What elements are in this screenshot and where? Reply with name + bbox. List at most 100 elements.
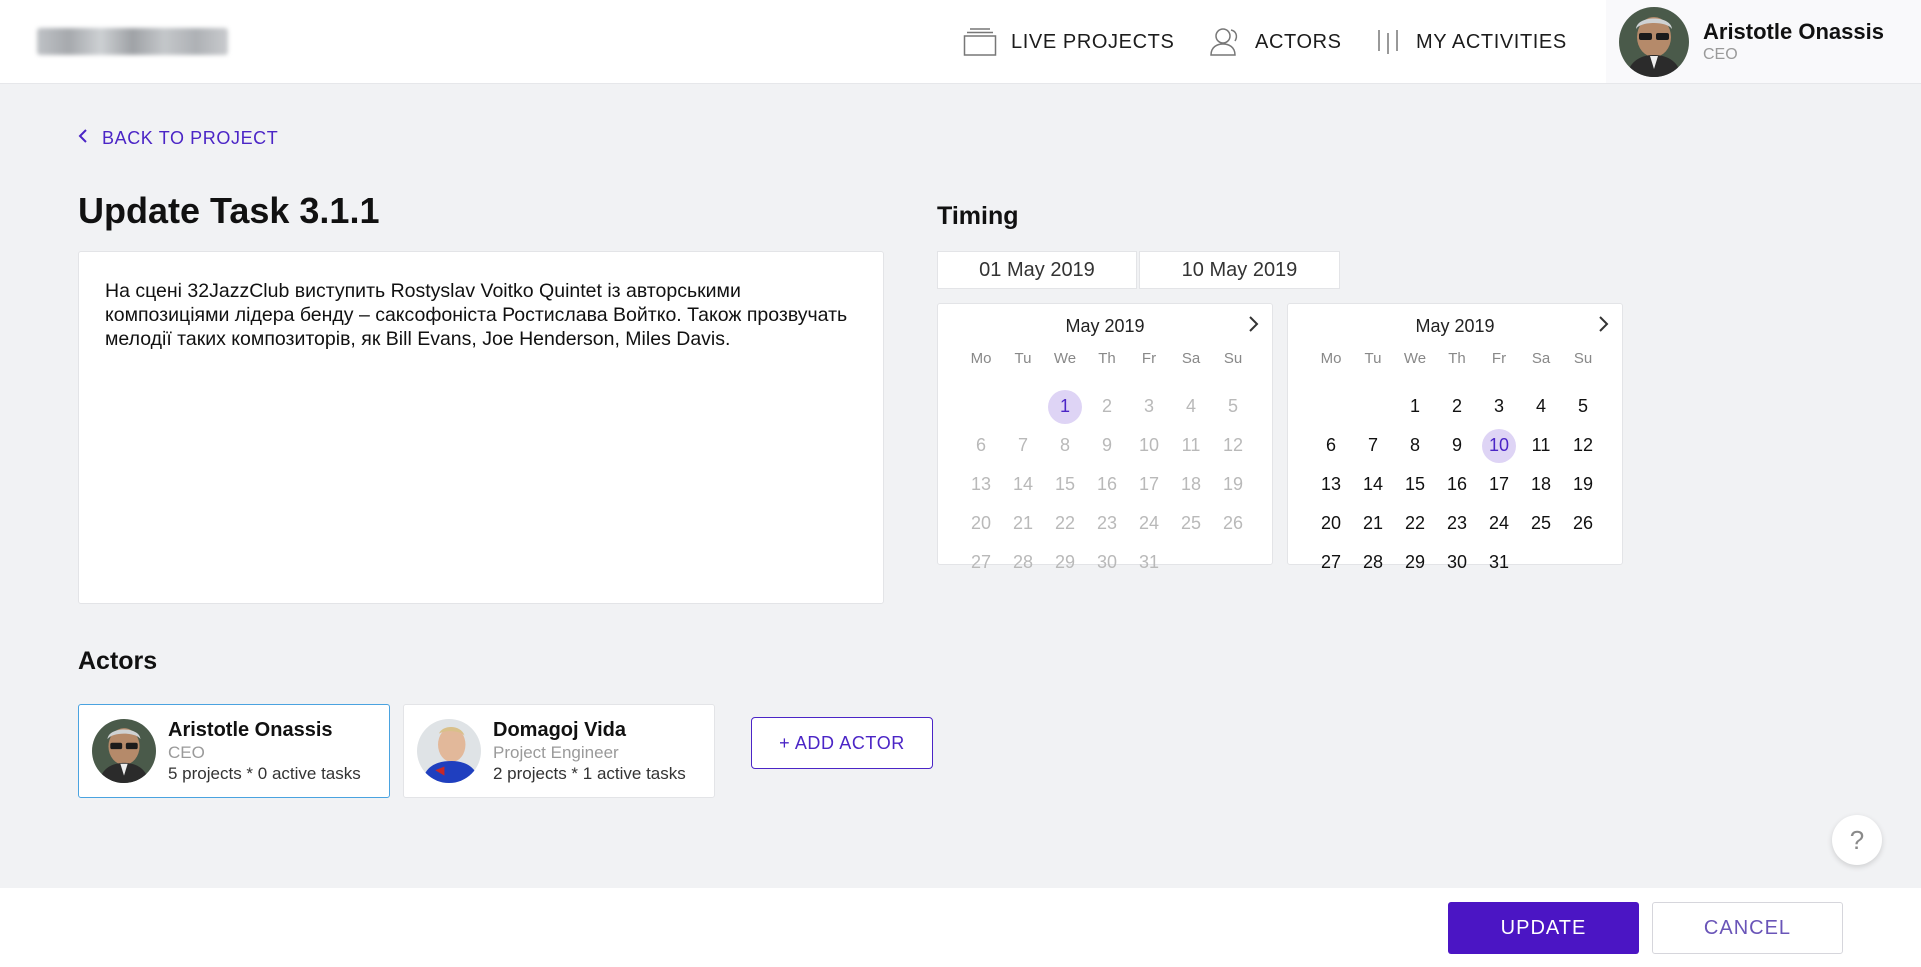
calendar-day[interactable]: 25	[1520, 504, 1562, 543]
calendar-day[interactable]: 30	[1436, 543, 1478, 582]
calendar-day: 13	[970, 474, 992, 494]
calendar-day[interactable]: 15	[1394, 465, 1436, 504]
weekday-label: We	[1053, 350, 1077, 367]
calendar-day: 15	[1054, 474, 1076, 494]
weekday-label: Sa	[1531, 350, 1551, 367]
calendar-day[interactable]: 26	[1562, 504, 1604, 543]
weekday-label: Tu	[1014, 350, 1032, 367]
calendar-day: 21	[1012, 513, 1034, 533]
layers-icon	[963, 27, 997, 57]
calendar-day[interactable]: 22	[1394, 504, 1436, 543]
calendar-day[interactable]: 13	[1310, 465, 1352, 504]
calendar-day[interactable]: 2	[1436, 387, 1478, 426]
calendar-day[interactable]: 8	[1394, 426, 1436, 465]
nav-my-activities-label: MY ACTIVITIES	[1416, 30, 1567, 53]
nav-live-projects[interactable]: LIVE PROJECTS	[963, 22, 1174, 62]
calendar-day: 25	[1180, 513, 1202, 533]
calendar-day[interactable]: 16	[1436, 465, 1478, 504]
calendar-day[interactable]: 11	[1520, 426, 1562, 465]
calendar-day: 24	[1138, 513, 1160, 533]
end-date-field[interactable]: 10 May 2019	[1139, 251, 1340, 289]
calendar-day: 22	[1054, 513, 1076, 533]
calendar-day[interactable]: 6	[1310, 426, 1352, 465]
weekday-label: Th	[1098, 350, 1116, 367]
calendar-day: 18	[1180, 474, 1202, 494]
calendar-blank-cell	[1352, 387, 1394, 426]
calendar-day[interactable]: 20	[1310, 504, 1352, 543]
avatar	[92, 719, 156, 783]
back-to-project-link[interactable]: BACK TO PROJECT	[78, 128, 278, 149]
calendar-day[interactable]: 9	[1436, 426, 1478, 465]
weekday-label: Fr	[1141, 350, 1157, 367]
user-name: Aristotle Onassis	[1703, 19, 1884, 44]
calendar-day[interactable]: 23	[1436, 504, 1478, 543]
nav-my-activities[interactable]: MY ACTIVITIES	[1376, 22, 1567, 62]
page-title: Update Task 3.1.1	[78, 190, 380, 231]
weekday-label: We	[1403, 350, 1427, 367]
calendar-day[interactable]: 7	[1352, 426, 1394, 465]
calendar-day[interactable]: 31	[1478, 543, 1520, 582]
calendar-day[interactable]: 27	[1310, 543, 1352, 582]
weekday-label: Fr	[1491, 350, 1507, 367]
task-description-field[interactable]: На сцені 32JazzClub виступить Rostyslav …	[78, 251, 884, 604]
actor-name: Aristotle Onassis	[168, 719, 333, 741]
calendar-day[interactable]: 21	[1352, 504, 1394, 543]
weekday-label: Mo	[1320, 350, 1342, 367]
avatar	[417, 719, 481, 783]
top-bar: LIVE PROJECTS ACTORS MY ACTIVITIES Arist…	[0, 0, 1921, 84]
calendar-blank-cell	[1310, 387, 1352, 426]
weekday-label: Sa	[1181, 350, 1201, 367]
start-calendar: May 2019 Mo Tu We Th Fr Sa Su 1 2 3 4 5 6 7 8 9 10 11 12 13…	[937, 303, 1273, 572]
calendar-month-title: May 2019	[1065, 316, 1145, 336]
calendar-day: 28	[1012, 552, 1034, 572]
chevron-right-icon[interactable]	[1596, 314, 1610, 339]
calendar-day-selected[interactable]: 1	[1044, 387, 1086, 426]
user-role: CEO	[1703, 46, 1738, 63]
calendar-day[interactable]: 24	[1478, 504, 1520, 543]
calendar-day[interactable]: 14	[1352, 465, 1394, 504]
calendar-blank-cell	[960, 387, 1002, 426]
weekday-label: Su	[1223, 350, 1243, 367]
end-calendar: May 2019 Mo Tu We Th Fr Sa Su 1 2 3 4 5 6 7 8 9 10 11 12 13…	[1287, 303, 1623, 572]
add-actor-button[interactable]: + ADD ACTOR	[751, 717, 933, 769]
calendar-day[interactable]: 28	[1352, 543, 1394, 582]
calendar-grid: Mo Tu We Th Fr Sa Su 1 2 3 4 5 6 7 8 9 10 11 12 13 14 15 16 17 1…	[960, 348, 1254, 582]
cancel-button[interactable]: CANCEL	[1652, 902, 1843, 954]
calendar-day[interactable]: 1	[1394, 387, 1436, 426]
calendar-day: 23	[1096, 513, 1118, 533]
calendar-day: 12	[1222, 435, 1244, 455]
calendar-day[interactable]: 5	[1562, 387, 1604, 426]
update-button[interactable]: UPDATE	[1448, 902, 1639, 954]
calendar-day: 26	[1222, 513, 1244, 533]
calendar-day[interactable]: 29	[1394, 543, 1436, 582]
calendar-day: 4	[1185, 396, 1196, 416]
help-button[interactable]: ?	[1832, 815, 1882, 865]
start-date-field[interactable]: 01 May 2019	[937, 251, 1137, 289]
nav-actors[interactable]: ACTORS	[1209, 22, 1342, 62]
actor-role: CEO	[168, 743, 205, 762]
nav-live-projects-label: LIVE PROJECTS	[1011, 30, 1175, 53]
calendar-day[interactable]: 12	[1562, 426, 1604, 465]
actor-card[interactable]: Domagoj Vida Project Engineer 2 projects…	[403, 704, 715, 798]
timing-heading: Timing	[937, 202, 1019, 230]
weekday-label: Mo	[970, 350, 992, 367]
brand-logo[interactable]	[37, 28, 228, 55]
calendar-day-selected[interactable]: 10	[1478, 426, 1520, 465]
calendar-day: 6	[975, 435, 986, 455]
calendar-day: 7	[1017, 435, 1028, 455]
calendar-day: 5	[1227, 396, 1238, 416]
calendar-day[interactable]: 4	[1520, 387, 1562, 426]
calendar-day: 19	[1222, 474, 1244, 494]
calendar-day[interactable]: 19	[1562, 465, 1604, 504]
calendar-day[interactable]: 3	[1478, 387, 1520, 426]
weekday-label: Th	[1448, 350, 1466, 367]
calendar-day[interactable]: 18	[1520, 465, 1562, 504]
calendar-blank-cell	[1002, 387, 1044, 426]
calendar-day: 31	[1138, 552, 1160, 572]
calendar-day[interactable]: 17	[1478, 465, 1520, 504]
calendar-month-title: May 2019	[1415, 316, 1495, 336]
actor-card[interactable]: Aristotle Onassis CEO 5 projects * 0 act…	[78, 704, 390, 798]
actor-role: Project Engineer	[493, 743, 619, 762]
chevron-right-icon[interactable]	[1246, 314, 1260, 339]
calendar-day: 3	[1143, 396, 1154, 416]
